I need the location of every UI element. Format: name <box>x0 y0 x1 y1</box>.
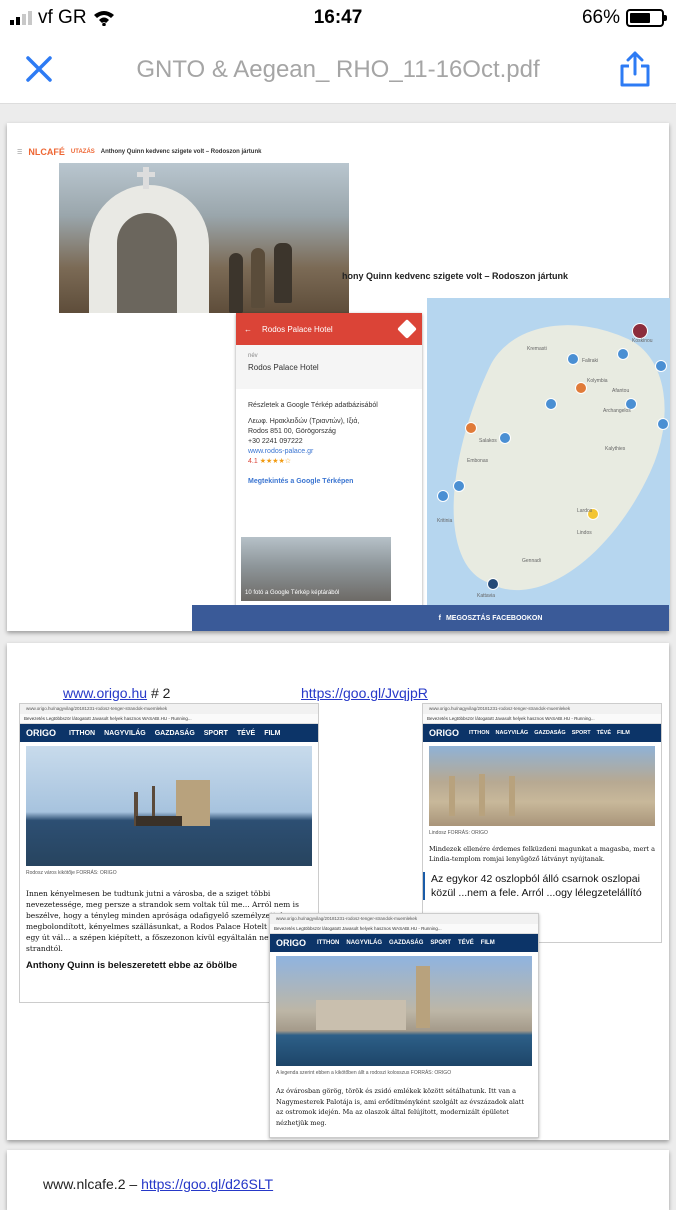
battery-percent: 66% <box>581 7 620 28</box>
section-label: UTAZÁS <box>70 149 95 155</box>
map-marker-icon[interactable] <box>575 382 587 394</box>
nlcafe-label: www.nlcafe.2 – <box>43 1176 138 1192</box>
back-arrow-icon[interactable]: ← <box>244 325 252 334</box>
facebook-share-label: MEGOSZTÁS FACEBOOKON <box>445 614 543 622</box>
origo-menu: ORIGO ITTHON NAGYVILÁG GAZDASÁG SPORT TÉVÉ FIL… <box>270 934 538 952</box>
facebook-share-button[interactable]: f MEGOSZTÁS FACEBOOKON <box>192 605 669 631</box>
address-line-1: Λεωφ. Ηρακλειδών (Τριαντών), Ιξιά, <box>248 418 360 425</box>
clock: 16:47 <box>313 7 363 28</box>
close-icon[interactable] <box>22 52 56 86</box>
website-link[interactable]: www.rodos-palace.gr <box>248 447 410 457</box>
hotel-marker-icon[interactable] <box>465 422 477 434</box>
document-title: GNTO & Aegean_ RHO_11-16Oct.pdf <box>136 56 540 83</box>
article-header-title: Anthony Quinn kedvenc szigete volt – Rod… <box>100 149 262 155</box>
directions-icon[interactable] <box>397 319 417 339</box>
map-marker-icon[interactable] <box>499 432 511 444</box>
share-icon[interactable] <box>618 50 652 88</box>
origo-menu: ORIGO ITTHON NAGYVILÁG GAZDASÁG SPORT TÉVÉ FIL… <box>20 724 318 742</box>
origo-screenshot-2: www.origo.hu/nagyvilag/20181231-rodosz-t… <box>422 703 662 943</box>
bookmarks-bar: Bevezetés Legtöbbször látogatott Javasol… <box>423 714 661 724</box>
article-headline: hony Quinn kedvenc szigete volt – Rodosz… <box>342 271 569 281</box>
hotel-card-title: Rodos Palace Hotel <box>262 324 333 334</box>
ruins-photo <box>429 746 655 826</box>
pdf-page-1[interactable]: ☰ NLCAFÉ UTAZÁS Anthony Quinn kedvenc sz… <box>7 123 670 631</box>
article-text: Mindezek ellenére érdemes felküzdeni mag… <box>429 845 655 863</box>
rhodes-map[interactable]: Kolymbia Archangelos Kalythies Lardos Li… <box>427 298 670 609</box>
rating-stars: ★★★★☆ <box>259 458 292 465</box>
photo-caption: A legenda szerint ebben a kikötőben állt… <box>276 1070 452 1076</box>
pdf-page-3[interactable]: www.nlcafe.2 – https://goo.gl/d26SLT <box>7 1150 669 1210</box>
hotel-photo[interactable]: 10 fotó a Google Térkép képtárából <box>241 537 391 601</box>
name-label: név <box>248 353 258 359</box>
map-marker-icon[interactable] <box>437 490 449 502</box>
status-bar: vf GR 16:47 66% <box>0 0 676 36</box>
article-text: Az óvárosban görög, török és zsidó emlék… <box>276 1087 525 1127</box>
nlcafe-link-row: www.nlcafe.2 – https://goo.gl/d26SLT <box>43 1176 273 1192</box>
photos-caption: 10 fotó a Google Térkép képtárából <box>245 590 340 596</box>
origo-link[interactable]: www.origo.hu <box>63 685 147 701</box>
open-in-maps-link[interactable]: Megtekintés a Google Térképen <box>248 477 410 487</box>
map-marker-icon[interactable] <box>657 418 669 430</box>
battery-fill <box>630 13 650 23</box>
harbor-photo <box>26 746 312 866</box>
hotel-card-header: ← Rodos Palace Hotel <box>236 313 422 345</box>
facebook-icon: f <box>438 614 441 622</box>
pdf-page-2[interactable]: www.origo.hu # 2 https://goo.gl/JvqjpR w… <box>7 643 669 1140</box>
browser-url: www.origo.hu/nagyvilag/20181231-rodosz-t… <box>20 704 318 714</box>
port-photo <box>276 956 532 1066</box>
bookmarks-bar: Bevezetés Legtöbbször látogatott Javasol… <box>20 714 318 724</box>
article-text-large: Az egykor 42 oszlopból álló csarnok oszl… <box>423 872 661 900</box>
photo-caption: Rodosz város kikötője FORRÁS: ORIGO <box>26 870 117 876</box>
browser-url: www.origo.hu/nagyvilag/20181231-rodosz-t… <box>270 914 538 924</box>
address-line-2: Rodos 851 00, Görögország <box>248 428 336 435</box>
nlcafe-logo: NLCAFÉ <box>28 147 65 157</box>
battery-icon <box>626 9 667 27</box>
hotel-name: Rodos Palace Hotel <box>248 363 319 372</box>
bookmarks-bar: Bevezetés Legtöbbször látogatott Javasol… <box>270 924 538 934</box>
rating-value: 4.1 <box>248 458 258 465</box>
details-header: Részletek a Google Térkép adatbázisából <box>248 402 378 409</box>
origo-link-suffix: # 2 <box>150 685 171 701</box>
origo-screenshot-3: www.origo.hu/nagyvilag/20181231-rodosz-t… <box>269 913 539 1138</box>
map-pin-icon[interactable] <box>632 323 648 339</box>
google-hotel-card[interactable]: ← Rodos Palace Hotel név Rodos Palace Ho… <box>236 313 422 607</box>
nlcafe-short-link[interactable]: https://goo.gl/d26SLT <box>141 1176 273 1192</box>
origo-menu: ORIGO ITTHON NAGYVILÁG GAZDASÁG SPORT TÉVÉ FIL… <box>423 724 661 742</box>
map-marker-icon[interactable] <box>453 480 465 492</box>
short-link[interactable]: https://goo.gl/JvqjpR <box>301 685 428 701</box>
map-marker-icon[interactable] <box>567 353 579 365</box>
nav-bar: GNTO & Aegean_ RHO_11-16Oct.pdf <box>0 36 676 104</box>
map-marker-icon[interactable] <box>487 578 499 590</box>
map-marker-icon[interactable] <box>655 360 667 372</box>
status-right: 66% <box>581 7 667 29</box>
map-marker-icon[interactable] <box>617 348 629 360</box>
browser-url: www.origo.hu/nagyvilag/20181231-rodosz-t… <box>423 704 661 714</box>
origo-link-row: www.origo.hu # 2 <box>63 685 170 701</box>
nlcafe-header: ☰ NLCAFÉ UTAZÁS Anthony Quinn kedvenc sz… <box>17 147 262 157</box>
chapel-photo <box>59 163 349 313</box>
phone: +30 2241 097222 <box>248 438 303 445</box>
map-marker-icon[interactable] <box>545 398 557 410</box>
photo-caption: Lindosz FORRÁS: ORIGO <box>429 830 488 836</box>
